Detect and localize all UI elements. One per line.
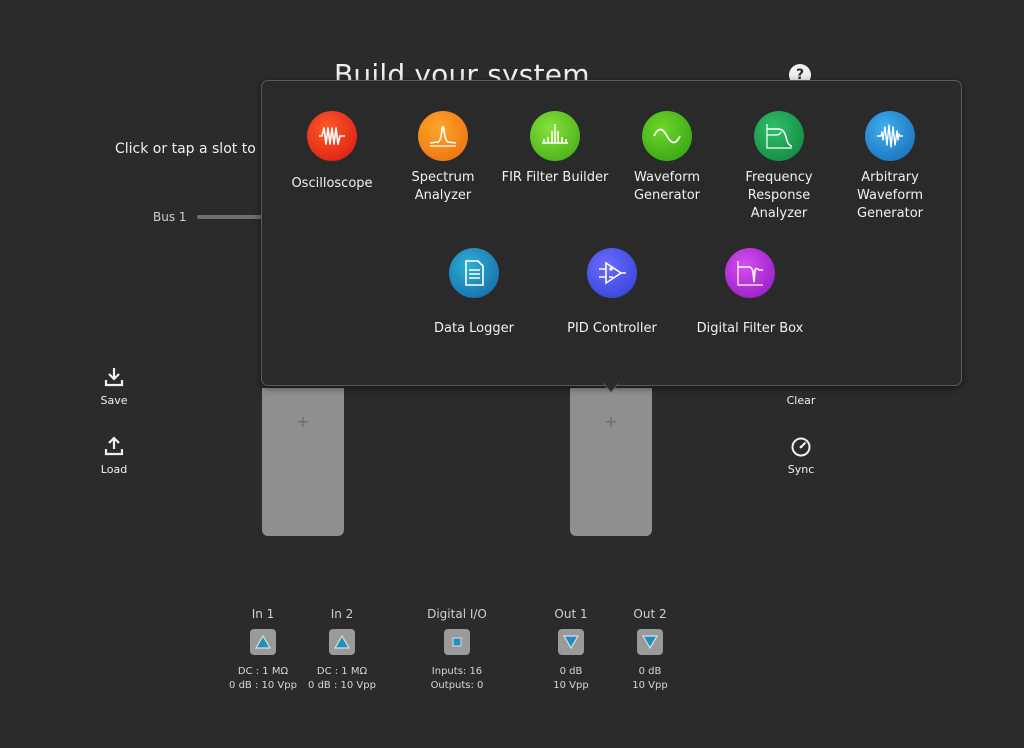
io-spec-1: DC : 1 MΩ <box>237 666 289 677</box>
instrument-waveform-generator[interactable]: Waveform Generator <box>607 111 727 205</box>
io-spec-1: Inputs: 16 <box>431 666 483 677</box>
upload-icon <box>94 435 134 459</box>
load-label: Load <box>100 463 128 476</box>
instrument-label: Spectrum Analyzer <box>411 170 475 203</box>
pid-controller-icon <box>587 248 637 298</box>
bus-label: Bus 1 <box>153 210 187 224</box>
add-icon: + <box>604 412 618 431</box>
instrument-pid-controller[interactable]: PID Controller <box>552 248 672 338</box>
io-spec-1: DC : 1 MΩ <box>316 666 368 677</box>
io-digital[interactable]: Digital I/O Inputs: 16 Outputs: 0 <box>417 607 497 693</box>
clear-label: Clear <box>786 394 816 407</box>
io-out-1[interactable]: Out 1 0 dB 10 Vpp <box>531 607 611 693</box>
io-name: Out 2 <box>633 607 667 621</box>
sync-button[interactable]: Sync <box>781 435 821 476</box>
io-spec-1: 0 dB <box>638 666 662 677</box>
instrument-fir-filter-builder[interactable]: FIR Filter Builder <box>495 111 615 187</box>
instrument-label: Oscilloscope <box>291 176 373 191</box>
add-icon: + <box>296 412 310 431</box>
instrument-label: Waveform Generator <box>633 170 700 203</box>
io-in-2[interactable]: In 2 DC : 1 MΩ 0 dB : 10 Vpp <box>302 607 382 693</box>
io-name: In 1 <box>251 607 275 621</box>
io-spec-2: 10 Vpp <box>632 680 668 691</box>
sync-label: Sync <box>787 463 815 476</box>
triangle-down-icon[interactable] <box>637 629 663 655</box>
io-spec-1: 0 dB <box>559 666 583 677</box>
spectrum-analyzer-icon <box>418 111 468 161</box>
waveform-generator-icon <box>642 111 692 161</box>
triangle-up-icon[interactable] <box>250 629 276 655</box>
instrument-picker-popover: Oscilloscope Spectrum Analyzer FIR Filte… <box>261 80 962 386</box>
gauge-icon <box>781 435 821 459</box>
io-name: In 2 <box>330 607 354 621</box>
instrument-frequency-response-analyzer[interactable]: Frequency Response Analyzer <box>719 111 839 223</box>
square-icon[interactable] <box>444 629 470 655</box>
instrument-arbitrary-waveform-generator[interactable]: Arbitrary Waveform Generator <box>830 111 950 223</box>
download-icon <box>94 366 134 390</box>
oscilloscope-icon <box>307 111 357 161</box>
save-button[interactable]: Save <box>94 366 134 407</box>
fir-filter-icon <box>530 111 580 161</box>
save-label: Save <box>100 394 128 407</box>
data-logger-icon <box>449 248 499 298</box>
io-spec-2: Outputs: 0 <box>430 680 484 691</box>
io-spec-2: 0 dB : 10 Vpp <box>229 680 297 691</box>
instrument-label: Frequency Response Analyzer <box>745 170 813 221</box>
instrument-slot-1[interactable]: + <box>262 388 344 536</box>
popover-pointer <box>603 383 619 393</box>
io-name: Digital I/O <box>427 607 487 621</box>
load-button[interactable]: Load <box>94 435 134 476</box>
arbitrary-waveform-icon <box>865 111 915 161</box>
instrument-digital-filter-box[interactable]: Digital Filter Box <box>690 248 810 338</box>
instrument-spectrum-analyzer[interactable]: Spectrum Analyzer <box>383 111 503 205</box>
instrument-label: Arbitrary Waveform Generator <box>856 170 923 221</box>
io-spec-2: 0 dB : 10 Vpp <box>308 680 376 691</box>
triangle-up-icon[interactable] <box>329 629 355 655</box>
io-spec-2: 10 Vpp <box>553 680 589 691</box>
instrument-label: FIR Filter Builder <box>501 170 609 185</box>
bus-line <box>197 215 267 219</box>
frequency-response-icon <box>754 111 804 161</box>
instrument-label: Digital Filter Box <box>696 321 804 336</box>
triangle-down-icon[interactable] <box>558 629 584 655</box>
io-out-2[interactable]: Out 2 0 dB 10 Vpp <box>610 607 690 693</box>
instruction-text: Click or tap a slot to add an instrument <box>115 141 265 157</box>
instrument-data-logger[interactable]: Data Logger <box>414 248 534 338</box>
io-name: Out 1 <box>554 607 588 621</box>
instrument-label: PID Controller <box>567 321 657 336</box>
instrument-oscilloscope[interactable]: Oscilloscope <box>272 111 392 193</box>
instrument-slot-2[interactable]: + <box>570 388 652 536</box>
digital-filter-box-icon <box>725 248 775 298</box>
instrument-label: Data Logger <box>434 321 514 336</box>
io-in-1[interactable]: In 1 DC : 1 MΩ 0 dB : 10 Vpp <box>223 607 303 693</box>
